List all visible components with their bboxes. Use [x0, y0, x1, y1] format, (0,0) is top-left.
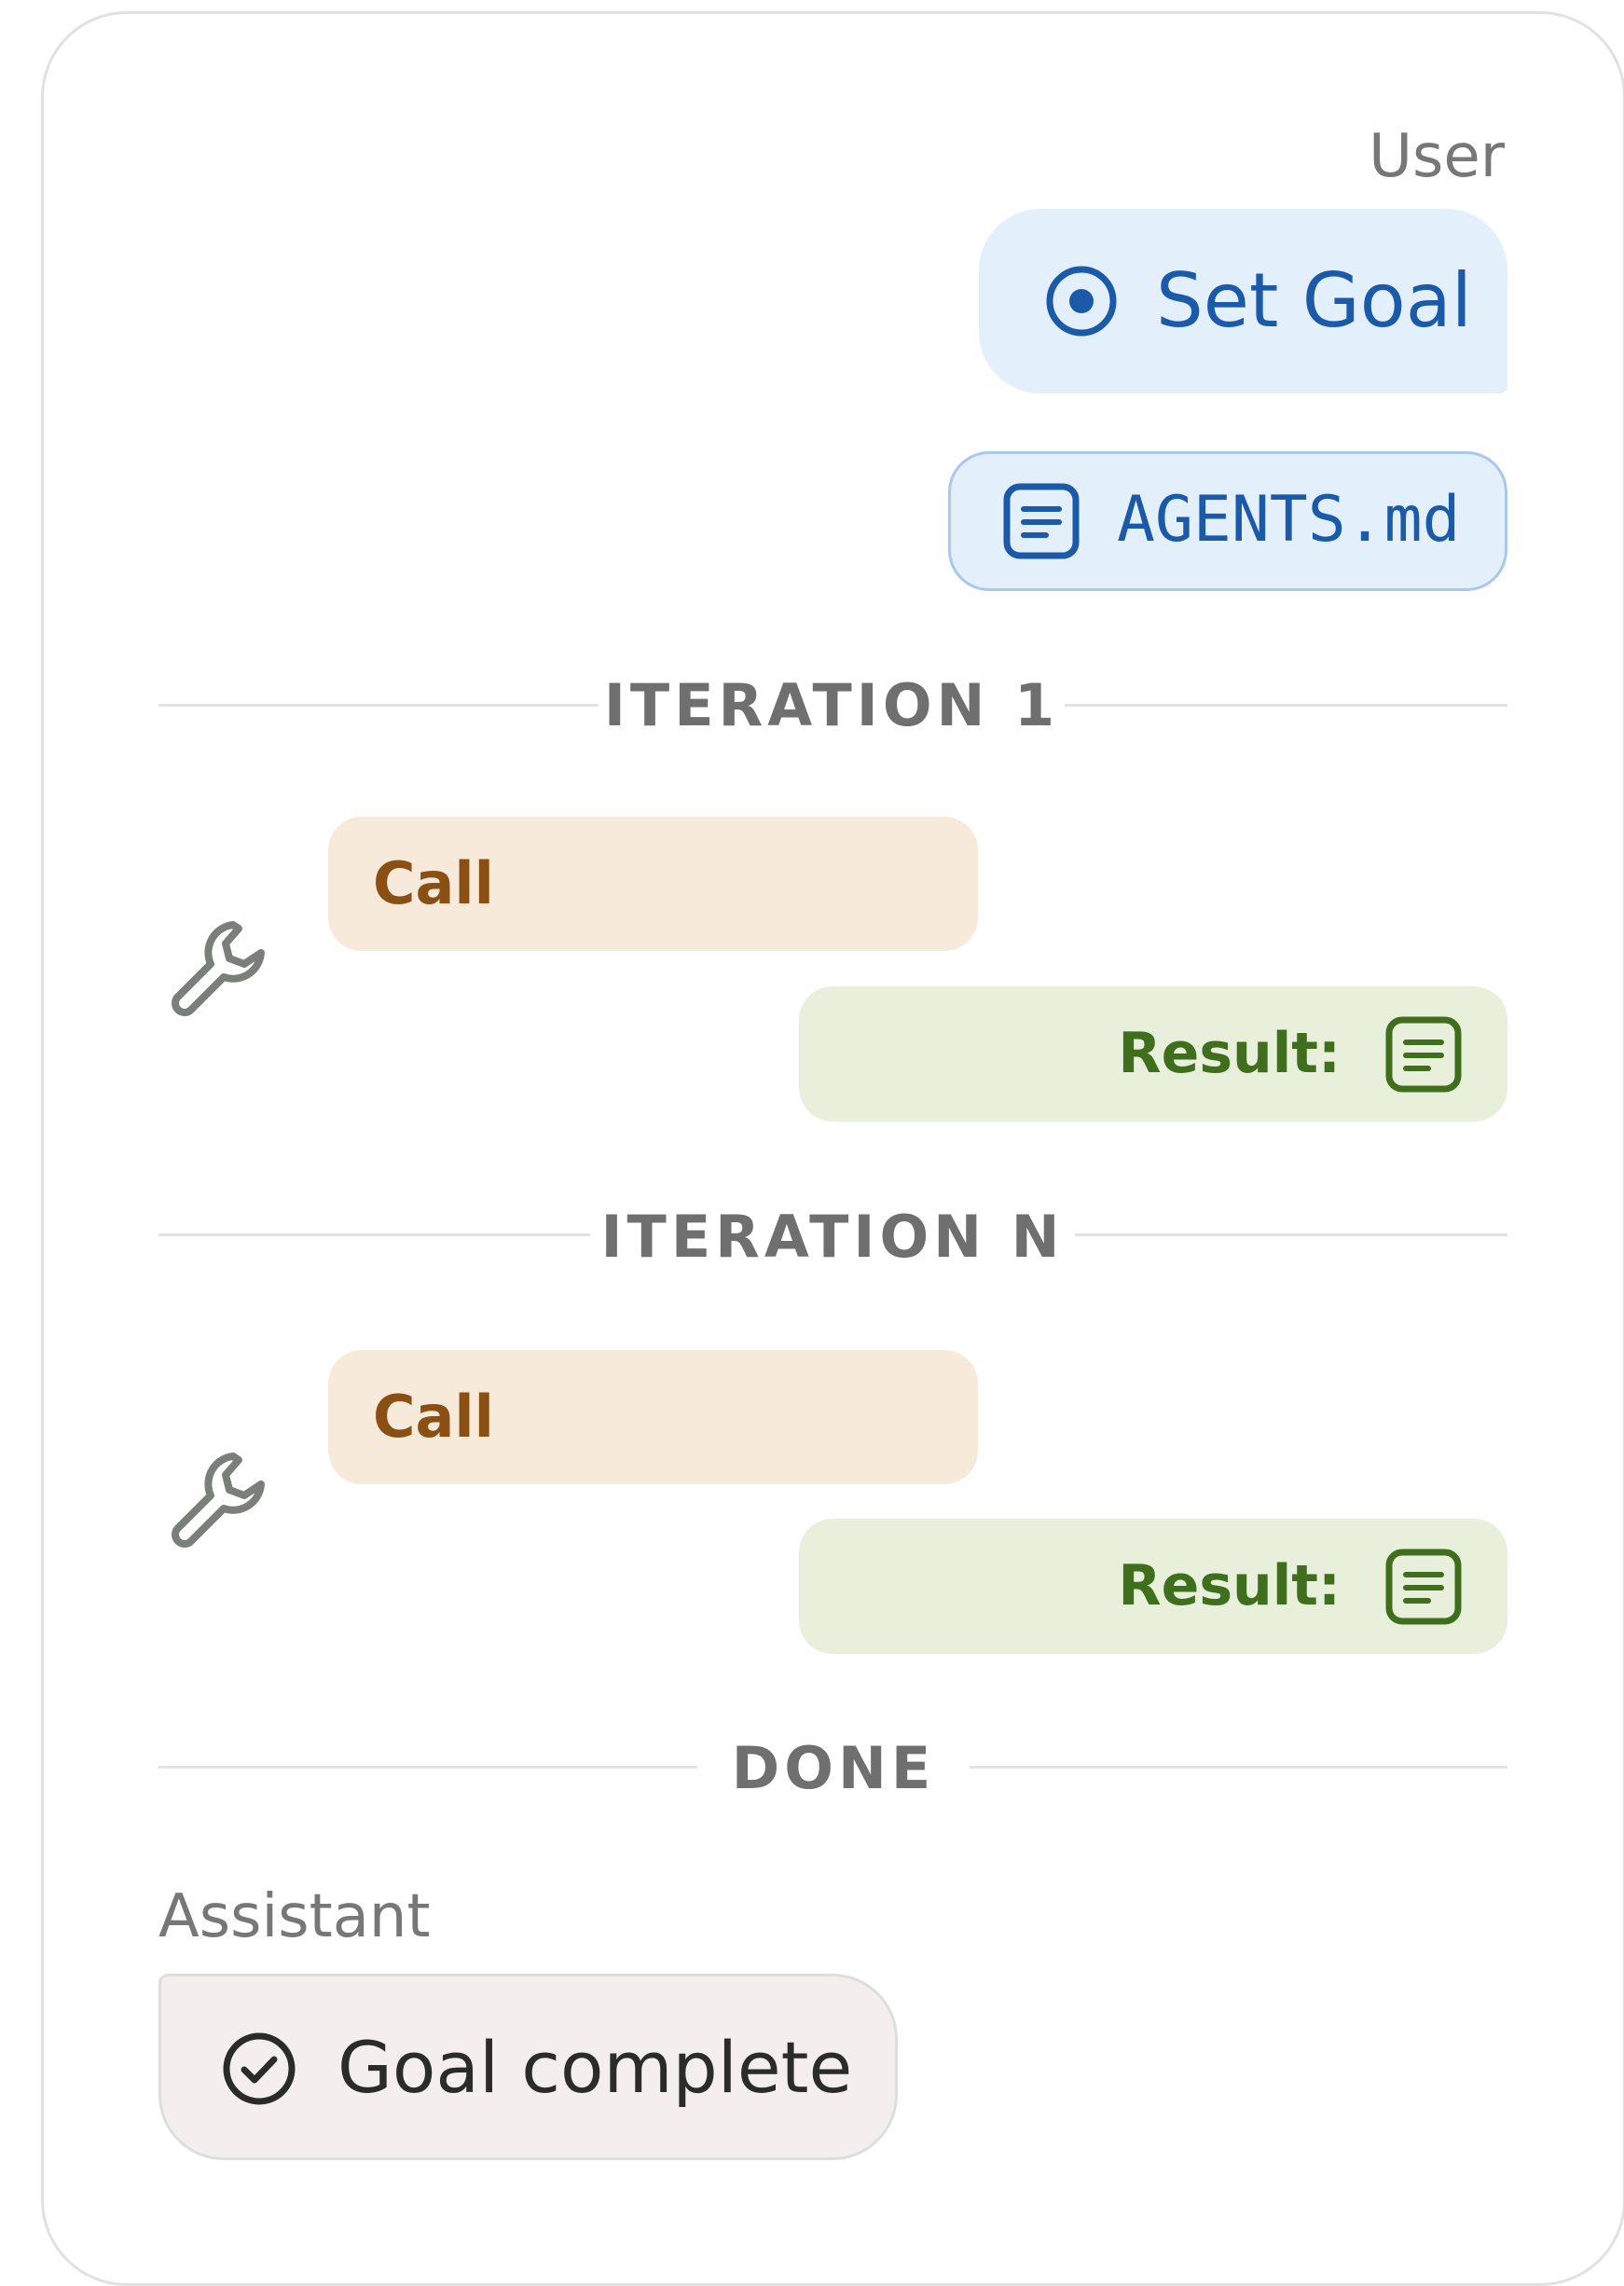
separator-line	[970, 1766, 1507, 1769]
set-goal-label: Set Goal	[1156, 257, 1472, 344]
iteration-1-title: ITERATION 1	[603, 671, 1060, 739]
separator-line	[158, 1233, 590, 1236]
target-icon	[1046, 266, 1117, 337]
assistant-role-label: Assistant	[158, 1882, 431, 1951]
iteration-n-title: ITERATION N	[600, 1203, 1065, 1271]
separator-line	[1075, 1233, 1507, 1236]
check-circle-icon	[223, 2032, 296, 2105]
separator-line	[158, 1766, 697, 1769]
done-title: DONE	[731, 1734, 936, 1802]
user-role-label: User	[1369, 122, 1505, 191]
document-icon	[1003, 483, 1080, 559]
tool-call-label: Call	[373, 1383, 494, 1451]
document-icon	[1385, 1549, 1462, 1625]
tool-call-label: Call	[373, 849, 494, 917]
wrench-icon	[172, 921, 265, 1016]
tool-result-label: Result:	[1118, 1553, 1341, 1618]
agents-file-label: AGENTS.md	[1117, 483, 1461, 557]
document-icon	[1385, 1016, 1462, 1093]
separator-line	[158, 704, 599, 707]
separator-line	[1065, 704, 1507, 707]
tool-result-label: Result:	[1118, 1021, 1341, 1086]
goal-complete-label: Goal complete	[337, 2026, 853, 2109]
wrench-icon	[172, 1453, 265, 1548]
